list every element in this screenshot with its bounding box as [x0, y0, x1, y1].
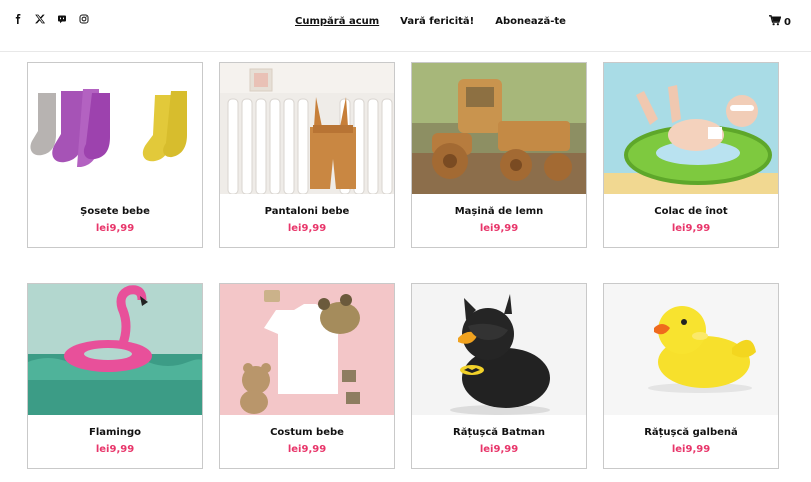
product-grid: Șosete bebe lei9,99 Pantaloni bebe lei9,… — [27, 62, 779, 469]
facebook-icon[interactable] — [12, 13, 24, 25]
product-name: Rățușcă Batman — [453, 427, 545, 438]
discord-icon[interactable] — [56, 13, 68, 25]
product-card[interactable]: Costum bebe lei9,99 — [219, 283, 395, 469]
product-image-wooden-car — [412, 63, 586, 194]
product-card[interactable]: Mașină de lemn lei9,99 — [411, 62, 587, 248]
cart-icon — [769, 15, 782, 29]
nav-link-shop-now[interactable]: Cumpără acum — [295, 16, 379, 27]
product-name: Mașină de lemn — [454, 206, 544, 217]
product-price: lei9,99 — [479, 223, 519, 234]
product-name: Pantaloni bebe — [264, 206, 350, 217]
product-price: lei9,99 — [287, 444, 327, 455]
instagram-icon[interactable] — [78, 13, 90, 25]
cart-button[interactable]: 0 — [769, 15, 791, 29]
main-nav: Cumpără acum Vară fericită! Abonează-te — [295, 16, 566, 27]
product-price: lei9,99 — [671, 444, 711, 455]
product-image-baby-outfit — [220, 284, 394, 415]
product-price: lei9,99 — [287, 223, 327, 234]
cart-count: 0 — [784, 16, 791, 28]
product-image-yellow-duck — [604, 284, 778, 415]
product-price: lei9,99 — [95, 223, 135, 234]
nav-link-happy-summer[interactable]: Vară fericită! — [400, 16, 474, 27]
product-price: lei9,99 — [671, 223, 711, 234]
product-image-flamingo — [28, 284, 202, 415]
product-card[interactable]: Colac de înot lei9,99 — [603, 62, 779, 248]
x-twitter-icon[interactable] — [34, 13, 46, 25]
product-name: Rățușcă galbenă — [644, 427, 738, 438]
product-image-socks — [28, 63, 202, 194]
product-image-swim-ring — [604, 63, 778, 194]
product-card[interactable]: Rățușcă Batman lei9,99 — [411, 283, 587, 469]
product-card[interactable]: Șosete bebe lei9,99 — [27, 62, 203, 248]
product-price: lei9,99 — [479, 444, 519, 455]
nav-link-subscribe[interactable]: Abonează-te — [495, 16, 566, 27]
product-price: lei9,99 — [95, 444, 135, 455]
product-card[interactable]: Flamingo lei9,99 — [27, 283, 203, 469]
social-links — [12, 13, 90, 25]
product-card[interactable]: Pantaloni bebe lei9,99 — [219, 62, 395, 248]
product-name: Șosete bebe — [80, 206, 150, 217]
product-name: Colac de înot — [654, 206, 728, 217]
product-name: Costum bebe — [270, 427, 344, 438]
product-name: Flamingo — [88, 427, 141, 438]
product-image-batman-duck — [412, 284, 586, 415]
top-bar: Cumpără acum Vară fericită! Abonează-te … — [0, 0, 811, 52]
product-image-pants — [220, 63, 394, 194]
product-card[interactable]: Rățușcă galbenă lei9,99 — [603, 283, 779, 469]
